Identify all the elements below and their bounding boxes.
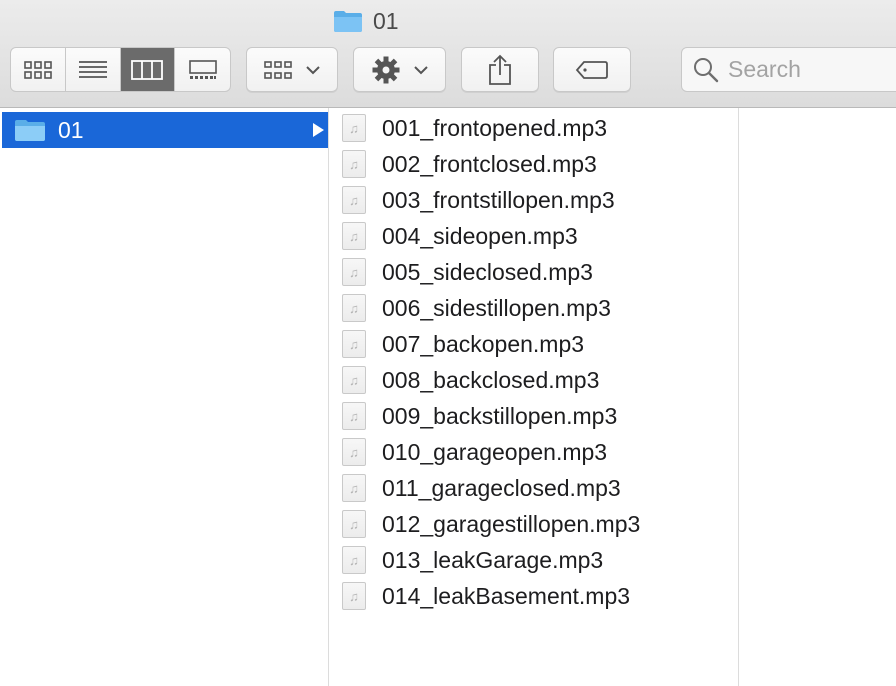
file-row[interactable]: ♫ 003_frontstillopen.mp3 [342, 182, 615, 218]
list-view-icon [78, 60, 107, 78]
file-row[interactable]: ♫ 009_backstillopen.mp3 [342, 398, 617, 434]
folder-icon [334, 11, 362, 32]
audio-file-icon: ♫ [342, 294, 366, 322]
folder-icon [15, 120, 45, 141]
browser-column-1[interactable]: 01 [0, 108, 329, 686]
file-row[interactable]: ♫ 004_sideopen.mp3 [342, 218, 578, 254]
file-row[interactable]: ♫ 010_garageopen.mp3 [342, 434, 607, 470]
icon-view-button[interactable] [11, 48, 66, 91]
group-grid-icon [264, 60, 292, 79]
audio-file-icon: ♫ [342, 582, 366, 610]
file-row[interactable]: ♫ 012_garagestillopen.mp3 [342, 506, 640, 542]
file-name: 010_garageopen.mp3 [382, 438, 608, 465]
file-name: 013_leakGarage.mp3 [382, 546, 604, 573]
group-button[interactable] [246, 47, 338, 92]
audio-file-icon: ♫ [342, 258, 366, 286]
search-placeholder: Search [728, 56, 801, 82]
view-switcher [10, 47, 231, 92]
file-row[interactable]: ♫ 006_sidestillopen.mp3 [342, 290, 611, 326]
folder-name: 01 [58, 116, 84, 143]
file-name: 011_garageclosed.mp3 [382, 474, 621, 501]
file-name: 001_frontopened.mp3 [382, 114, 608, 141]
file-row[interactable]: ♫ 014_leakBasement.mp3 [342, 578, 630, 614]
icon-view-icon [24, 60, 52, 79]
audio-file-icon: ♫ [342, 222, 366, 250]
file-name: 012_garagestillopen.mp3 [382, 510, 641, 537]
file-name: 014_leakBasement.mp3 [382, 582, 631, 609]
file-name: 002_frontclosed.mp3 [382, 150, 597, 177]
file-name: 006_sidestillopen.mp3 [382, 294, 611, 321]
chevron-down-icon [306, 65, 320, 74]
audio-file-icon: ♫ [342, 330, 366, 358]
disclosure-arrow-icon [313, 123, 324, 137]
browser-column-2[interactable]: ♫ 001_frontopened.mp3 ♫ 002_frontclosed.mp3… [329, 108, 739, 686]
folder-row-01[interactable]: 01 [2, 112, 328, 148]
file-row[interactable]: ♫ 007_backopen.mp3 [342, 326, 584, 362]
file-row[interactable]: ♫ 001_frontopened.mp3 [342, 110, 607, 146]
audio-file-icon: ♫ [342, 546, 366, 574]
gallery-view-button[interactable] [175, 48, 230, 91]
file-name: 008_backclosed.mp3 [382, 366, 600, 393]
window-title-text: 01 [373, 7, 399, 34]
file-name: 007_backopen.mp3 [382, 330, 585, 357]
file-name: 005_sideclosed.mp3 [382, 258, 593, 285]
search-icon [694, 57, 719, 82]
action-button[interactable] [353, 47, 446, 92]
audio-file-icon: ♫ [342, 402, 366, 430]
column-view-button[interactable] [120, 48, 176, 91]
audio-file-icon: ♫ [342, 510, 366, 538]
browser-column-3[interactable] [739, 108, 896, 686]
audio-file-icon: ♫ [342, 186, 366, 214]
file-row[interactable]: ♫ 008_backclosed.mp3 [342, 362, 599, 398]
audio-file-icon: ♫ [342, 474, 366, 502]
file-name: 003_frontstillopen.mp3 [382, 186, 615, 213]
tag-button[interactable] [553, 47, 631, 92]
file-name: 004_sideopen.mp3 [382, 222, 578, 249]
gallery-view-icon [188, 59, 217, 79]
chevron-down-icon [413, 65, 428, 74]
file-row[interactable]: ♫ 002_frontclosed.mp3 [342, 146, 597, 182]
toolbar: 01 Search [0, 0, 896, 108]
audio-file-icon: ♫ [342, 114, 366, 142]
share-icon [489, 54, 511, 85]
file-row[interactable]: ♫ 005_sideclosed.mp3 [342, 254, 593, 290]
search-field[interactable]: Search [681, 47, 896, 92]
list-view-button[interactable] [66, 48, 121, 91]
gear-icon [372, 56, 399, 83]
audio-file-icon: ♫ [342, 366, 366, 394]
file-name: 009_backstillopen.mp3 [382, 402, 618, 429]
tag-icon [575, 60, 608, 79]
column-view-icon [131, 59, 164, 80]
file-row[interactable]: ♫ 013_leakGarage.mp3 [342, 542, 603, 578]
audio-file-icon: ♫ [342, 150, 366, 178]
share-button[interactable] [461, 47, 539, 92]
audio-file-icon: ♫ [342, 438, 366, 466]
window-title: 01 [333, 6, 399, 36]
file-row[interactable]: ♫ 011_garageclosed.mp3 [342, 470, 621, 506]
